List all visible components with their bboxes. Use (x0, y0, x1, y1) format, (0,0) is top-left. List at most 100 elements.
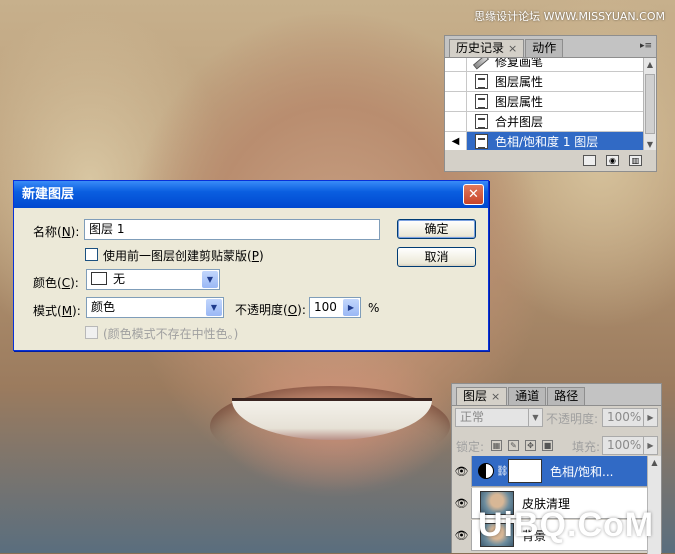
history-source-checkbox[interactable] (445, 91, 467, 112)
color-label: 颜色(C): (33, 274, 79, 291)
tab-layers[interactable]: 图层 × (456, 387, 508, 405)
blend-row: 正常 ▼ 不透明度: 100% ▶ (452, 408, 661, 432)
tab-paths[interactable]: 路径 (547, 387, 586, 405)
mode-accel-key: M (61, 304, 73, 318)
lock-transparency-icon[interactable]: ▦ (491, 440, 502, 451)
name-input[interactable]: 图层 1 (84, 219, 380, 240)
layers-panel-tabbar: 图层 × 通道 路径 (452, 384, 661, 406)
history-state-icon (474, 134, 488, 149)
panel-menu-icon[interactable]: ▸≡ (639, 39, 653, 53)
history-panel: 历史记录 × 动作 ▸≡ 修复画笔 图层属性 图层属性 合并图层 ◀ 色相/饱和… (444, 35, 657, 172)
opacity-label-end: ): (297, 303, 306, 317)
eye-icon[interactable]: 👁 (452, 455, 472, 487)
color-swatch (91, 272, 107, 285)
history-source-checkbox[interactable] (445, 58, 467, 72)
fill-label: 填充: (572, 440, 601, 454)
link-chain-icon: ⛓ (496, 465, 509, 477)
history-source-checkbox[interactable] (445, 71, 467, 92)
clip-accel-key: P (251, 249, 259, 263)
chevron-down-icon[interactable]: ▼ (202, 271, 218, 288)
scroll-thumb[interactable] (645, 74, 655, 134)
chevron-down-icon[interactable]: ▼ (528, 409, 542, 426)
dialog-titlebar[interactable]: 新建图层 ✕ (14, 181, 488, 208)
dialog-close-button[interactable]: ✕ (463, 184, 484, 205)
layer-opacity-value: 100% (607, 410, 642, 424)
tab-actions-label: 动作 (532, 41, 557, 55)
history-item[interactable]: 图层属性 (445, 71, 644, 92)
color-label-text: 颜色( (33, 276, 62, 290)
ok-button[interactable]: 确定 (397, 219, 476, 239)
layer-row-hue-saturation[interactable]: 👁 ⛓ 色相/饱和... (452, 455, 648, 487)
history-item-label: 色相/饱和度 1 图层 (495, 135, 599, 149)
lock-pixels-icon[interactable]: ✎ (508, 440, 519, 451)
watermark-top: 思缘设计论坛 WWW.MISSYUAN.COM (474, 10, 665, 23)
chevron-right-icon[interactable]: ▶ (643, 409, 657, 426)
mode-label: 模式(M): (33, 302, 81, 319)
color-select[interactable]: 无 ▼ (86, 269, 220, 290)
tab-layers-label: 图层 (463, 389, 488, 403)
neutral-fill-label: (颜色模式不存在中性色。) (103, 327, 239, 341)
blend-mode-select[interactable]: 正常 ▼ (455, 408, 543, 427)
history-panel-tabbar: 历史记录 × 动作 ▸≡ (445, 36, 656, 58)
fill-field[interactable]: 100% ▶ (602, 436, 658, 455)
clip-mask-checkbox[interactable] (85, 248, 98, 261)
neutral-fill-checkbox[interactable] (85, 326, 98, 339)
scroll-up-icon[interactable]: ▲ (648, 456, 661, 469)
opacity-input[interactable]: 100 ▶ (309, 297, 361, 318)
name-label-end: ): (70, 225, 80, 239)
tab-channels[interactable]: 通道 (508, 387, 547, 405)
eye-icon[interactable]: 👁 (452, 519, 472, 551)
new-document-from-state-icon[interactable] (583, 155, 596, 166)
scroll-up-icon[interactable]: ▲ (644, 58, 656, 71)
opacity-accel-key: O (287, 303, 298, 317)
adjustment-layer-icon (478, 463, 494, 479)
history-panel-footer: ◉ ▥ (445, 150, 656, 171)
new-layer-dialog: 新建图层 ✕ 名称(N): 图层 1 使用前一图层创建剪贴蒙版(P) 颜色(C)… (13, 180, 489, 351)
history-item[interactable]: 修复画笔 (445, 58, 644, 72)
layer-mask-thumbnail[interactable] (508, 459, 542, 483)
close-icon[interactable]: × (508, 40, 517, 57)
snapshot-camera-icon[interactable]: ◉ (606, 155, 619, 166)
close-icon[interactable]: × (491, 388, 500, 405)
history-source-checkbox[interactable] (445, 111, 467, 132)
lock-row: 锁定: ▦ ✎ ✥ ■ 填充: 100% ▶ (452, 434, 661, 458)
opacity-unit: % (368, 301, 380, 315)
tab-history[interactable]: 历史记录 × (449, 39, 525, 57)
clip-mask-label[interactable]: 使用前一图层创建剪贴蒙版(P) (103, 247, 264, 264)
name-label: 名称(N): (33, 223, 79, 240)
lock-position-icon[interactable]: ✥ (525, 440, 536, 451)
tab-actions[interactable]: 动作 (525, 39, 564, 57)
eye-icon[interactable]: 👁 (452, 487, 472, 519)
blend-mode-value: 正常 (460, 410, 485, 424)
layer-name: 色相/饱和... (550, 464, 614, 479)
history-source-checkbox[interactable]: ◀ (445, 131, 467, 151)
history-item[interactable]: 合并图层 (445, 111, 644, 132)
clip-mask-label-text: 使用前一图层创建剪贴蒙版( (103, 249, 252, 263)
history-state-icon (474, 114, 488, 129)
trash-icon[interactable]: ▥ (629, 155, 642, 166)
opacity-label: 不透明度(O): (235, 301, 306, 318)
tab-paths-label: 路径 (554, 389, 579, 403)
chevron-down-icon[interactable]: ▼ (206, 299, 222, 316)
history-item-label: 图层属性 (495, 75, 544, 89)
name-label-text: 名称( (33, 225, 62, 239)
mode-label-end: ): (72, 304, 81, 318)
opacity-slider-arrow-icon[interactable]: ▶ (343, 299, 359, 316)
history-item[interactable]: 图层属性 (445, 91, 644, 112)
history-scrollbar[interactable]: ▲ ▼ (643, 58, 656, 151)
color-accel-key: C (61, 276, 71, 290)
tab-history-label: 历史记录 (456, 41, 505, 55)
lock-all-icon[interactable]: ■ (542, 440, 553, 451)
name-accel-key: N (61, 225, 71, 239)
history-item-selected[interactable]: ◀ 色相/饱和度 1 图层 (445, 131, 644, 151)
history-list: 修复画笔 图层属性 图层属性 合并图层 ◀ 色相/饱和度 1 图层 (445, 58, 644, 151)
watermark-bottom: UiBQ.CoM (478, 506, 655, 544)
history-item-label: 合并图层 (495, 115, 544, 129)
color-label-end: ): (70, 276, 79, 290)
layer-opacity-field[interactable]: 100% ▶ (602, 408, 658, 427)
mode-select[interactable]: 颜色 ▼ (86, 297, 224, 318)
cancel-button[interactable]: 取消 (397, 247, 476, 267)
layer-opacity-label: 不透明度: (546, 412, 599, 426)
chevron-right-icon[interactable]: ▶ (643, 437, 657, 454)
clip-label-end: ) (258, 249, 264, 263)
